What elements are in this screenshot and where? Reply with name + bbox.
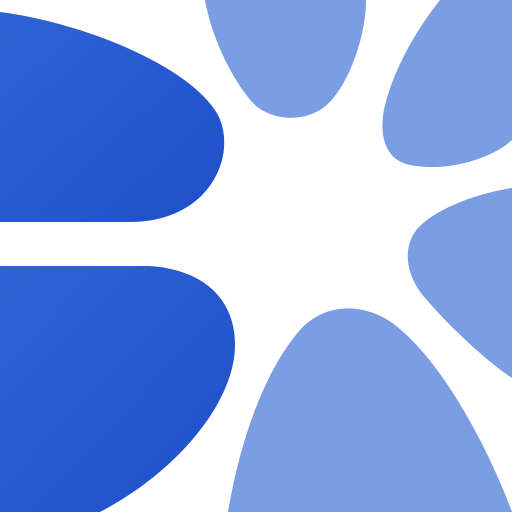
- abstract-petal-logo-icon: [0, 0, 512, 512]
- top-petal-shape: [205, 0, 366, 118]
- logo-canvas: [0, 0, 512, 512]
- upper-right-petal-shape: [382, 0, 512, 168]
- right-petal-shape: [407, 188, 512, 378]
- lower-left-blob-shape: [0, 266, 235, 512]
- upper-left-blob-shape: [0, 12, 225, 222]
